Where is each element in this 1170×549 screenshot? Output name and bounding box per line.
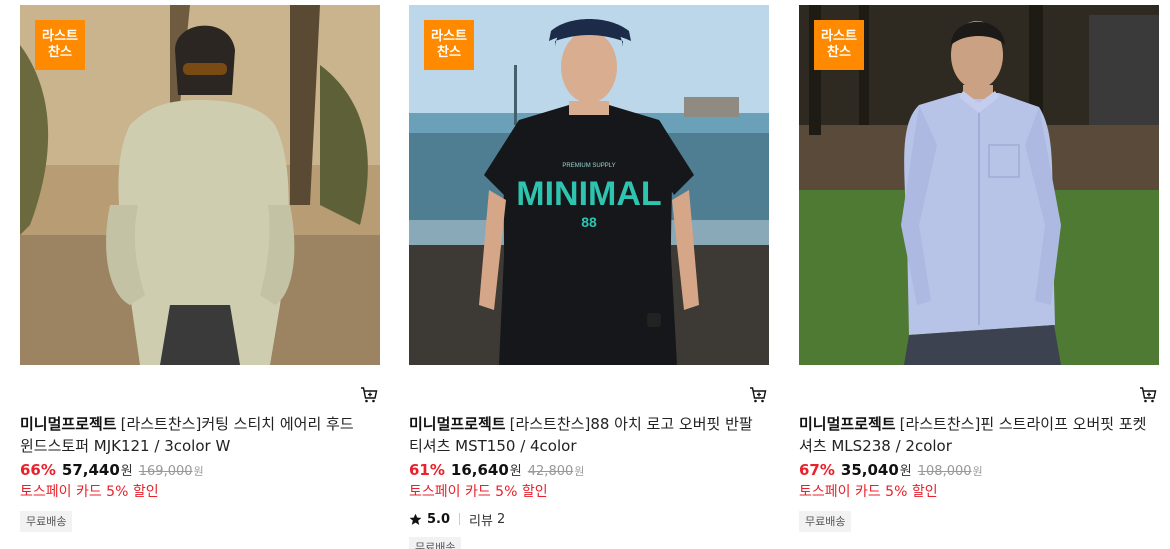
- product-image-tshirt[interactable]: PREMIUM SUPPLY MINIMAL 88 라스트 찬스: [409, 5, 769, 365]
- review-row[interactable]: 5.0 리뷰 2: [409, 510, 769, 529]
- original-price: 42,800: [527, 464, 574, 479]
- product-title[interactable]: 미니멀프로젝트 [라스트찬스]커팅 스티치 에어리 후드 윈드스토퍼 MJK121…: [20, 413, 380, 457]
- original-currency: 원: [574, 465, 585, 478]
- badge-line2: 찬스: [437, 45, 461, 60]
- cart-row: [799, 365, 1159, 405]
- free-shipping-chip: 무료배송: [20, 511, 73, 532]
- card-promo: 토스페이 카드 5% 할인: [409, 484, 548, 500]
- cart-icon[interactable]: [749, 386, 767, 404]
- price-row: 67% 35,040 원 108,000 원: [799, 459, 1159, 483]
- price-row: 66% 57,440 원 169,000 원: [20, 459, 380, 483]
- card-promo: 토스페이 카드 5% 할인: [20, 484, 159, 500]
- product-card[interactable]: 라스트 찬스 미니멀프로젝트 [라스트찬스]커팅 스티치 에어리 후드 윈드스토퍼…: [20, 5, 380, 532]
- badge-line1: 라스트: [431, 29, 467, 44]
- tee-print-main: MINIMAL: [516, 175, 661, 213]
- cart-icon[interactable]: [1139, 386, 1157, 404]
- price-row: 61% 16,640 원 42,800 원: [409, 459, 769, 483]
- product-grid: 라스트 찬스 미니멀프로젝트 [라스트찬스]커팅 스티치 에어리 후드 윈드스토퍼…: [0, 0, 1170, 549]
- product-card[interactable]: PREMIUM SUPPLY MINIMAL 88 라스트 찬스 미니멀프로젝트…: [409, 5, 769, 549]
- review-label: 리뷰: [469, 513, 493, 529]
- last-chance-badge: 라스트 찬스: [424, 20, 474, 70]
- sale-price: 57,440: [61, 461, 120, 479]
- product-card[interactable]: 라스트 찬스 미니멀프로젝트 [라스트찬스]핀 스트라이프 오버핏 포켓 셔츠 M…: [799, 5, 1159, 532]
- discount-rate: 61%: [409, 461, 445, 479]
- last-chance-badge: 라스트 찬스: [814, 20, 864, 70]
- star-icon: [409, 513, 422, 525]
- badge-line1: 라스트: [42, 29, 78, 44]
- discount-rate: 67%: [799, 461, 835, 479]
- currency: 원: [899, 464, 912, 479]
- review-count: 2: [496, 511, 506, 527]
- brand-name[interactable]: 미니멀프로젝트: [20, 415, 117, 433]
- badge-line2: 찬스: [827, 45, 851, 60]
- sale-price: 16,640: [450, 461, 509, 479]
- cart-icon[interactable]: [360, 386, 378, 404]
- discount-rate: 66%: [20, 461, 56, 479]
- cart-row: [409, 365, 769, 405]
- rating-value: 5.0: [427, 511, 451, 527]
- tee-print-number: 88: [581, 214, 597, 230]
- original-currency: 원: [193, 465, 204, 478]
- free-shipping-chip: 무료배송: [799, 511, 852, 532]
- badge-line1: 라스트: [821, 29, 857, 44]
- divider: [459, 513, 461, 525]
- original-price: 108,000: [917, 464, 972, 479]
- original-price: 169,000: [138, 464, 193, 479]
- card-promo: 토스페이 카드 5% 할인: [799, 484, 938, 500]
- currency: 원: [120, 464, 133, 479]
- brand-name[interactable]: 미니멀프로젝트: [409, 415, 506, 433]
- currency: 원: [509, 464, 522, 479]
- product-title[interactable]: 미니멀프로젝트 [라스트찬스]88 아치 로고 오버핏 반팔 티셔츠 MST150…: [409, 413, 769, 457]
- product-image-jacket[interactable]: 라스트 찬스: [20, 5, 380, 365]
- product-title[interactable]: 미니멀프로젝트 [라스트찬스]핀 스트라이프 오버핏 포켓 셔츠 MLS238 /…: [799, 413, 1159, 457]
- cart-row: [20, 365, 380, 405]
- original-currency: 원: [972, 465, 983, 478]
- product-image-shirt[interactable]: 라스트 찬스: [799, 5, 1159, 365]
- tee-print-top: PREMIUM SUPPLY: [562, 163, 615, 169]
- free-shipping-chip: 무료배송: [409, 537, 462, 549]
- last-chance-badge: 라스트 찬스: [35, 20, 85, 70]
- sale-price: 35,040: [840, 461, 899, 479]
- badge-line2: 찬스: [48, 45, 72, 60]
- brand-name[interactable]: 미니멀프로젝트: [799, 415, 896, 433]
